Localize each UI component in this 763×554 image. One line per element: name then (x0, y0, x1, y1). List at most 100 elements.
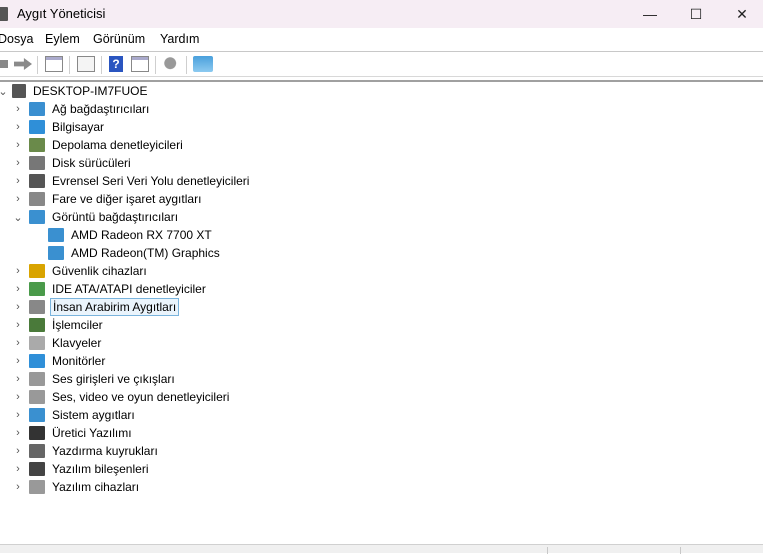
chevron-right-icon[interactable]: › (9, 352, 27, 370)
root-label: DESKTOP-IM7FUOE (33, 84, 148, 98)
tree-item-label: Ağ bağdaştırıcıları (52, 102, 150, 116)
tree-item[interactable]: › Ses girişleri ve çıkışları (9, 370, 177, 388)
tree-item[interactable]: › Sistem aygıtları (9, 406, 137, 424)
tree-item[interactable]: › Güvenlik cihazları (9, 262, 149, 280)
chevron-right-icon[interactable]: › (9, 460, 27, 478)
tree-item[interactable]: › Klavyeler (9, 334, 103, 352)
chevron-right-icon[interactable]: › (9, 154, 27, 172)
tree-item[interactable]: › Fare ve diğer işaret aygıtları (9, 190, 203, 208)
chevron-right-icon[interactable]: › (9, 334, 27, 352)
window-title: Aygıt Yöneticisi (17, 6, 106, 21)
software-component-icon (29, 462, 45, 476)
tree-item-label: Üretici Yazılımı (52, 426, 132, 440)
chevron-right-icon[interactable]: › (9, 478, 27, 496)
chevron-right-icon[interactable]: › (9, 424, 27, 442)
tree-item[interactable]: › Ağ bağdaştırıcıları (9, 100, 151, 118)
firmware-icon (29, 426, 45, 440)
chevron-right-icon[interactable]: › (9, 100, 27, 118)
tree-item-label: Güvenlik cihazları (52, 264, 147, 278)
tree-item[interactable]: › Ses, video ve oyun denetleyicileri (9, 388, 231, 406)
chevron-right-icon[interactable]: › (9, 190, 27, 208)
chevron-right-icon[interactable]: › (9, 442, 27, 460)
mouse-icon (29, 192, 45, 206)
processor-icon (29, 318, 45, 332)
chevron-right-icon[interactable]: › (9, 406, 27, 424)
tree-item-label: AMD Radeon RX 7700 XT (71, 228, 212, 242)
chevron-right-icon[interactable]: › (9, 316, 27, 334)
tree-item-label: Yazılım cihazları (52, 480, 140, 494)
ide-controller-icon (29, 282, 45, 296)
system-devices-icon (29, 408, 45, 422)
computer-root-icon (12, 84, 26, 98)
forward-icon[interactable] (14, 58, 32, 70)
menu-bar: Dosya Eylem Görünüm Yardım (0, 28, 763, 51)
menu-action[interactable]: Eylem (45, 32, 80, 46)
disk-drive-icon (29, 156, 45, 170)
menu-file[interactable]: Dosya (0, 32, 33, 46)
show-hide-console-tree-icon[interactable] (45, 56, 63, 72)
display-adapter-icon (29, 210, 45, 224)
tree-item-label: IDE ATA/ATAPI denetleyiciler (52, 282, 206, 296)
tree-item[interactable]: › Disk sürücüleri (9, 154, 133, 172)
speaker-icon (29, 390, 45, 404)
device-tree[interactable]: ⌄ DESKTOP-IM7FUOE › Ağ bağdaştırıcıları › B… (0, 82, 763, 502)
title-bar: Aygıt Yöneticisi — ☐ ✕ (0, 0, 763, 28)
chevron-right-icon[interactable]: › (9, 262, 27, 280)
tree-item[interactable]: › Üretici Yazılımı (9, 424, 134, 442)
tree-item-label: Monitörler (52, 354, 106, 368)
properties-icon[interactable] (77, 56, 95, 72)
chevron-down-icon[interactable]: ⌄ (0, 82, 12, 100)
tree-item-label: İşlemciler (52, 318, 103, 332)
chevron-right-icon[interactable]: › (9, 136, 27, 154)
chevron-down-icon[interactable]: ⌄ (9, 208, 27, 226)
close-button[interactable]: ✕ (719, 0, 763, 28)
tree-item[interactable]: › Yazdırma kuyrukları (9, 442, 160, 460)
tree-item-label: Evrensel Seri Veri Yolu denetleyicileri (52, 174, 250, 188)
chevron-right-icon[interactable]: › (9, 172, 27, 190)
tree-item[interactable]: › İşlemciler (9, 316, 105, 334)
tree-item-label: Disk sürücüleri (52, 156, 131, 170)
computer-icon (29, 120, 45, 134)
menu-help[interactable]: Yardım (160, 32, 199, 46)
display-adapter-icon (48, 246, 64, 260)
tree-item-label: İnsan Arabirim Aygıtları (50, 298, 180, 316)
tree-item-label: Bilgisayar (52, 120, 105, 134)
chevron-right-icon[interactable]: › (9, 118, 27, 136)
tree-item[interactable]: ⌄ Görüntü bağdaştırıcıları (9, 208, 180, 226)
tree-item-label: Klavyeler (52, 336, 102, 350)
tree-item[interactable]: › Monitörler (9, 352, 107, 370)
speaker-icon (29, 372, 45, 386)
maximize-button[interactable]: ☐ (673, 0, 719, 28)
display-adapter-icon (48, 228, 64, 242)
tree-root[interactable]: ⌄ DESKTOP-IM7FUOE (0, 82, 149, 100)
tree-item-label: Fare ve diğer işaret aygıtları (52, 192, 202, 206)
tree-item[interactable]: › Yazılım bileşenleri (9, 460, 150, 478)
action-pane-icon[interactable] (131, 56, 149, 72)
minimize-button[interactable]: — (627, 0, 673, 28)
software-device-icon (29, 480, 45, 494)
chevron-right-icon[interactable]: › (9, 388, 27, 406)
tree-item-label: Görüntü bağdaştırıcıları (52, 210, 179, 224)
tree-item-label: Depolama denetleyicileri (52, 138, 183, 152)
storage-controller-icon (29, 138, 45, 152)
help-icon[interactable]: ? (109, 56, 123, 72)
scan-hardware-icon[interactable] (193, 56, 213, 72)
chevron-right-icon[interactable]: › (9, 370, 27, 388)
menu-view[interactable]: Görünüm (93, 32, 145, 46)
tree-item[interactable]: › İnsan Arabirim Aygıtları (9, 298, 180, 316)
update-driver-icon[interactable] (163, 56, 181, 72)
hid-icon (29, 300, 45, 314)
tree-item[interactable]: › IDE ATA/ATAPI denetleyiciler (9, 280, 208, 298)
device-manager-icon (0, 7, 8, 21)
tree-item[interactable]: › Depolama denetleyicileri (9, 136, 185, 154)
tree-item[interactable]: › Yazılım cihazları (9, 478, 141, 496)
chevron-right-icon[interactable]: › (9, 280, 27, 298)
tree-child-item[interactable]: AMD Radeon(TM) Graphics (48, 244, 222, 262)
tree-item-label: Ses, video ve oyun denetleyicileri (52, 390, 230, 404)
tree-child-item[interactable]: AMD Radeon RX 7700 XT (48, 226, 214, 244)
tree-item[interactable]: › Evrensel Seri Veri Yolu denetleyicileri (9, 172, 251, 190)
tree-item[interactable]: › Bilgisayar (9, 118, 106, 136)
back-icon[interactable] (0, 60, 8, 68)
monitor-icon (29, 354, 45, 368)
chevron-right-icon[interactable]: › (9, 298, 27, 316)
